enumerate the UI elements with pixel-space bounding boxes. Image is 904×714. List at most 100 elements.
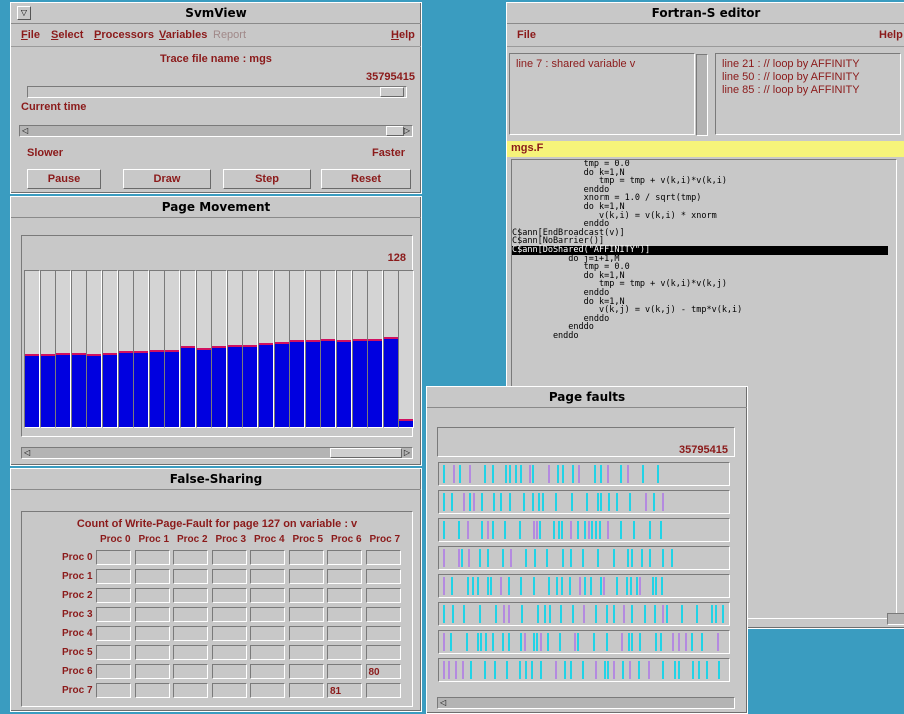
page-fault-tick [492,465,494,483]
page-fault-tick [443,521,445,539]
page-faults-value: 35795415 [679,444,728,456]
page-movement-max: 128 [387,252,406,264]
page-fault-tick [595,661,597,679]
page-bar-fill [243,345,258,427]
page-fault-tick [443,465,445,483]
page-fault-tick [524,633,526,651]
step-button[interactable]: Step [223,169,311,189]
speed-slider[interactable]: ◁ ▷ [19,125,413,137]
menu-help[interactable]: Help [391,24,415,46]
page-fault-tick [569,577,571,595]
row-header: Proc 0 [62,552,93,563]
window-menu-icon[interactable]: ▽ [17,6,31,20]
loop-list-item[interactable]: line 50 : // loop by AFFINITY [722,71,860,84]
menu-processors[interactable]: Processors [94,24,154,46]
page-fault-tick [503,605,505,623]
page-fault-tick [521,605,523,623]
page-fault-tick [629,661,631,679]
shared-variable-list[interactable]: line 7 : shared variable v [509,53,708,136]
page-movement-scrollbar[interactable]: ◁ ▷ [21,447,413,459]
page-fault-tick [443,661,445,679]
reset-button[interactable]: Reset [321,169,411,189]
page-fault-tick [613,549,615,567]
menu-select[interactable]: Select [51,24,83,46]
page-fault-tick [536,633,538,651]
column-header: Proc 0 [100,534,131,545]
page-fault-tick [493,493,495,511]
page-fault-tick [531,661,533,679]
loop-list-item[interactable]: line 85 : // loop by AFFINITY [722,84,860,97]
fault-count-cell [96,664,131,679]
fault-count-cell: 81 [327,683,362,698]
page-fault-tick [577,633,579,651]
page-fault-tick [583,605,585,623]
menu-report[interactable]: Report [213,24,246,46]
row-header: Proc 2 [62,590,93,601]
page-fault-tick [542,493,544,511]
code-line[interactable]: enddo [512,332,888,341]
page-fault-tick [613,661,615,679]
page-bar-fill [337,340,351,427]
fault-count-cell [327,588,362,603]
false-sharing-titlebar[interactable]: False-Sharing [11,469,421,490]
code-text[interactable]: tmp = 0.0 do k=1,N tmp = tmp + v(k,i)*v(… [512,160,888,386]
row-header: Proc 4 [62,628,93,639]
column-header: Proc 2 [177,534,208,545]
page-movement-window: Page Movement 128 ◁ ▷ [10,196,422,466]
speed-slider-thumb[interactable] [386,126,404,136]
page-fault-tick [671,549,673,567]
fault-count-cell [134,664,170,679]
time-progress-handle[interactable] [380,87,404,97]
page-faults-titlebar[interactable]: Page faults [427,387,747,408]
page-bar-fill [259,343,273,427]
fault-count-cell [250,683,285,698]
row-header: Proc 5 [62,647,93,658]
page-bar [367,270,384,428]
page-fault-tick [662,661,664,679]
page-fault-tick [685,633,687,651]
page-fault-tick [523,493,525,511]
page-fault-tick [557,465,559,483]
page-fault-tick [490,577,492,595]
draw-button[interactable]: Draw [123,169,211,189]
page-fault-tick [626,577,628,595]
pause-button[interactable]: Pause [27,169,101,189]
page-fault-tick [463,605,465,623]
loop-list-item[interactable]: line 21 : // loop by AFFINITY [722,58,860,71]
scroll-left-arrow-icon[interactable]: ◁ [440,698,446,708]
scroll-right-arrow-icon[interactable]: ▷ [404,448,410,458]
scroll-left-arrow-icon[interactable]: ◁ [22,126,28,136]
fault-count-cell [173,664,208,679]
editor-titlebar[interactable]: Fortran-S editor [507,3,904,24]
scroll-left-arrow-icon[interactable]: ◁ [24,448,30,458]
shared-variable-list-scrollbar[interactable] [696,54,708,136]
page-movement-scroll-thumb[interactable] [330,448,402,458]
page-fault-tick [599,521,601,539]
svmview-titlebar[interactable]: ▽ SvmView [11,3,421,24]
page-fault-tick [538,493,540,511]
page-bar-fill [40,354,55,427]
trace-file-label: Trace file name : mgs [160,53,272,65]
fault-count-cell [173,683,208,698]
editor-menu-help[interactable]: Help [879,24,903,46]
scroll-right-arrow-icon[interactable]: ▷ [404,126,410,136]
editor-menu-file[interactable]: File [517,24,536,46]
menu-variables[interactable]: Variables [159,24,207,46]
page-fault-tick [468,549,470,567]
shared-variable-item[interactable]: line 7 : shared variable v [516,58,635,70]
page-fault-tick [701,633,703,651]
loop-list[interactable]: line 21 : // loop by AFFINITY line 50 : … [715,53,901,135]
menu-file[interactable]: File [21,24,40,46]
fault-count-cell: 80 [365,664,401,679]
fault-count-cell [173,569,208,584]
page-fault-tick [458,549,460,567]
page-bar-fill [25,354,39,427]
page-movement-titlebar[interactable]: Page Movement [11,197,421,218]
page-fault-tick [582,661,584,679]
fault-count-cell [96,626,131,641]
page-fault-tick [504,521,506,539]
page-fault-tick [515,465,517,483]
editor-hscrollbar[interactable] [887,613,904,625]
page-faults-scrollbar[interactable]: ◁ [437,697,735,709]
column-header: Proc 6 [331,534,362,545]
